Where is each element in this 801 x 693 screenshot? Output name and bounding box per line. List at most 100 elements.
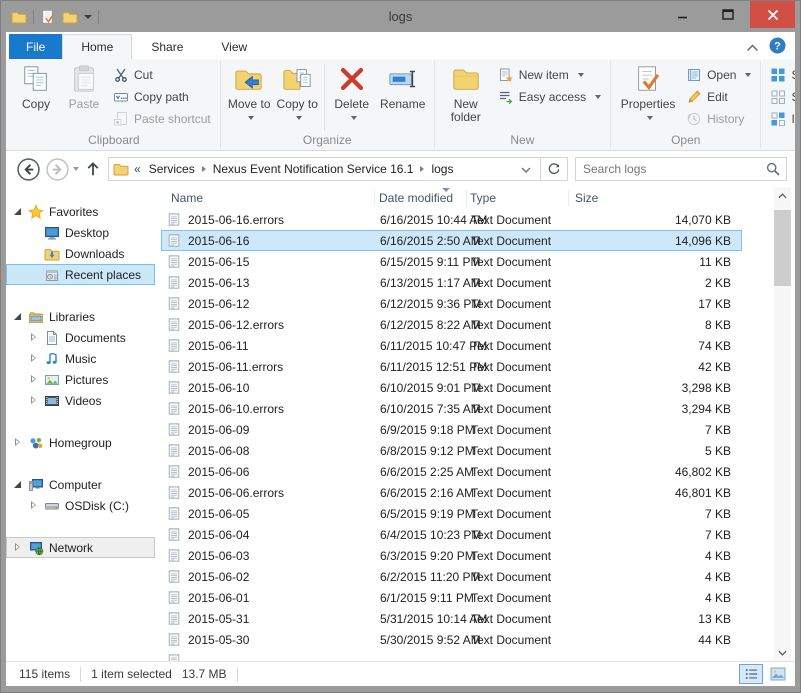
column-header-date-modified[interactable]: Date modified <box>375 190 467 206</box>
properties-shortcut-icon[interactable] <box>40 9 56 25</box>
nav-item[interactable]: Documents <box>6 327 155 348</box>
table-row[interactable]: 2015-06-15 6/15/2015 9:11 PM Text Docume… <box>161 251 742 272</box>
refresh-button[interactable] <box>541 157 568 181</box>
nav-item[interactable]: Videos <box>6 390 155 411</box>
address-bar[interactable]: « Services Nexus Event Notification Serv… <box>108 157 541 181</box>
invert-selection-button[interactable]: Invert selection <box>766 108 795 130</box>
expander-icon[interactable] <box>29 374 40 385</box>
breadcrumb-item[interactable]: Services <box>143 162 201 176</box>
copy-button[interactable]: Copy <box>13 62 59 133</box>
search-input[interactable] <box>576 161 765 177</box>
move-to-button[interactable]: Move to <box>226 62 273 133</box>
minimize-ribbon-icon[interactable] <box>746 39 759 57</box>
nav-item[interactable]: Recent places <box>6 264 155 285</box>
cut-button[interactable]: Cut <box>109 64 215 86</box>
scroll-down-icon[interactable] <box>774 644 791 661</box>
select-none-button[interactable]: Select none <box>766 86 795 108</box>
nav-item[interactable]: Favorites <box>6 201 155 222</box>
maximize-button[interactable] <box>705 1 750 28</box>
scroll-up-icon[interactable] <box>774 187 791 204</box>
open-button[interactable]: Open <box>682 64 755 86</box>
recent-locations-caret-icon[interactable] <box>73 167 79 171</box>
back-button[interactable] <box>16 157 41 182</box>
table-row[interactable]: 2015-06-04 6/4/2015 10:23 PM Text Docume… <box>161 524 742 545</box>
forward-button[interactable] <box>45 157 70 182</box>
nav-item[interactable]: Homegroup <box>6 432 155 453</box>
tab-home[interactable]: Home <box>62 34 132 59</box>
table-row[interactable]: 2015-06-01 6/1/2015 9:11 PM Text Documen… <box>161 587 742 608</box>
table-row[interactable]: 2015-06-11.errors 6/11/2015 12:51 PM Tex… <box>161 356 742 377</box>
table-row[interactable]: 2015-06-05 6/5/2015 9:19 PM Text Documen… <box>161 503 742 524</box>
expander-icon[interactable] <box>29 269 40 280</box>
table-row[interactable]: 2015-06-16.errors 6/16/2015 10:44 AM Tex… <box>161 209 742 230</box>
table-row[interactable]: 2015-06-12 6/12/2015 9:36 PM Text Docume… <box>161 293 742 314</box>
expander-icon[interactable] <box>29 332 40 343</box>
delete-button[interactable]: Delete <box>329 62 375 133</box>
table-row[interactable]: 2015-06-10 6/10/2015 9:01 PM Text Docume… <box>161 377 742 398</box>
details-view-button[interactable] <box>739 664 763 684</box>
table-row[interactable]: 2015-06-10.errors 6/10/2015 7:35 AM Text… <box>161 398 742 419</box>
table-row[interactable]: 2015-06-11 6/11/2015 10:47 PM Text Docum… <box>161 335 742 356</box>
table-row[interactable]: 2015-06-06 6/6/2015 2:25 AM Text Documen… <box>161 461 742 482</box>
expander-icon[interactable] <box>29 227 40 238</box>
nav-item[interactable]: Libraries <box>6 306 155 327</box>
table-row[interactable]: 2015-06-03 6/3/2015 9:20 PM Text Documen… <box>161 545 742 566</box>
expander-icon[interactable] <box>13 479 24 490</box>
expander-icon[interactable] <box>29 248 40 259</box>
address-dropdown-icon[interactable] <box>516 160 536 178</box>
breadcrumb-item[interactable]: logs <box>425 162 459 176</box>
file-menu-button[interactable]: File <box>9 34 62 59</box>
table-row[interactable]: 2015-06-13 6/13/2015 1:17 AM Text Docume… <box>161 272 742 293</box>
breadcrumb-separator-icon[interactable] <box>420 166 424 172</box>
column-header-name[interactable]: Name <box>161 190 375 206</box>
nav-item[interactable]: Downloads <box>6 243 155 264</box>
select-all-button[interactable]: Select all <box>766 64 795 86</box>
paste-shortcut-button[interactable]: Paste shortcut <box>109 108 215 130</box>
table-row[interactable]: 2015-06-12.errors 6/12/2015 8:22 AM Text… <box>161 314 742 335</box>
vertical-scrollbar[interactable] <box>774 187 791 661</box>
tab-share[interactable]: Share <box>132 34 202 59</box>
expander-icon[interactable] <box>13 206 24 217</box>
easy-access-button[interactable]: Easy access <box>494 86 605 108</box>
help-icon[interactable]: ? <box>769 37 786 59</box>
properties-button[interactable]: Properties <box>616 62 680 133</box>
table-row[interactable]: 2015-05-31 5/31/2015 10:14 AM Text Docum… <box>161 608 742 629</box>
expander-icon[interactable] <box>29 353 40 364</box>
breadcrumb-item[interactable]: Nexus Event Notification Service 16.1 <box>207 162 420 176</box>
nav-item[interactable]: Computer <box>6 474 155 495</box>
nav-item[interactable]: Desktop <box>6 222 155 243</box>
minimize-button[interactable] <box>660 1 705 28</box>
table-row[interactable]: 2015-05-30 5/30/2015 9:52 AM Text Docume… <box>161 629 742 650</box>
paste-button[interactable]: Paste <box>61 62 107 133</box>
expander-icon[interactable] <box>13 437 24 448</box>
column-header-type[interactable]: Type <box>467 190 569 206</box>
history-button[interactable]: History <box>682 108 755 130</box>
expander-icon[interactable] <box>13 311 24 322</box>
expander-icon[interactable] <box>13 542 24 553</box>
nav-item[interactable]: Pictures <box>6 369 155 390</box>
expander-icon[interactable] <box>29 500 40 511</box>
nav-item[interactable]: Music <box>6 348 155 369</box>
table-row-partial[interactable] <box>161 650 742 661</box>
table-row[interactable]: 2015-06-09 6/9/2015 9:18 PM Text Documen… <box>161 419 742 440</box>
tab-view[interactable]: View <box>202 34 266 59</box>
new-folder-button[interactable]: New folder <box>440 62 492 133</box>
expander-icon[interactable] <box>29 395 40 406</box>
edit-button[interactable]: Edit <box>682 86 755 108</box>
scrollbar-thumb[interactable] <box>774 210 791 286</box>
copy-path-button[interactable]: Copy path <box>109 86 215 108</box>
table-row[interactable]: 2015-06-08 6/8/2015 9:12 PM Text Documen… <box>161 440 742 461</box>
new-item-button[interactable]: New item <box>494 64 605 86</box>
copy-to-button[interactable]: Copy to <box>275 62 320 133</box>
up-button[interactable] <box>84 160 102 178</box>
nav-item[interactable]: OSDisk (C:) <box>6 495 155 516</box>
breadcrumb-separator-icon[interactable] <box>202 166 206 172</box>
close-button[interactable] <box>750 1 795 28</box>
rename-button[interactable]: Rename <box>377 62 429 133</box>
breadcrumb-overflow[interactable]: « <box>129 162 143 176</box>
table-row[interactable]: 2015-06-06.errors 6/6/2015 2:16 AM Text … <box>161 482 742 503</box>
column-header-size[interactable]: Size <box>569 190 738 206</box>
table-row[interactable]: 2015-06-02 6/2/2015 11:20 PM Text Docume… <box>161 566 742 587</box>
large-icons-view-button[interactable] <box>766 664 790 684</box>
nav-item[interactable]: Network <box>6 537 155 558</box>
